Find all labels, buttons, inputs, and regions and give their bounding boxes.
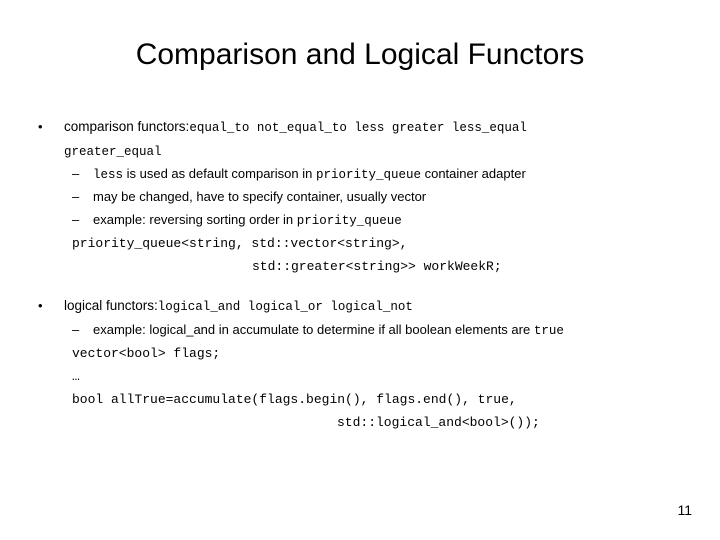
code-line: std::logical_and<bool>()); [337,415,540,430]
slide-body: • comparison functors:equal_to not_equal… [30,116,694,434]
sub-bullet-marker-icon: – [72,189,80,204]
sub-bullet-part: container adapter [420,165,526,181]
bullet-lead-code: logical_and logical_or logical_not [157,300,413,314]
sub-bullet-marker-icon: – [72,321,80,337]
bullet-lead-code: equal_to not_equal_to less greater less_… [189,121,527,135]
sub-bullet-item: – example: reversing sorting order in pr… [30,209,694,233]
sub-bullet-part: example: logical_and in accumulate to de… [93,321,534,337]
sub-bullet-item: – less is used as default comparison in … [30,163,694,187]
code-ellipsis-line: … [72,369,80,384]
page-title: Comparison and Logical Functors [135,38,585,71]
sub-bullet-part: priority_queue [296,213,402,228]
code-line: bool allTrue=accumulate(flags.begin(), f… [72,392,517,407]
sub-bullet-marker-icon: – [72,165,80,181]
bullet-block-logical-functors: • logical functors:logical_and logical_o… [30,295,694,434]
bullet-lead-text: comparison functors: [64,119,190,134]
bullet-block-comparison-functors: • comparison functors:equal_to not_equal… [30,116,694,278]
bullet-item: • comparison functors:equal_to not_equal… [30,116,694,140]
sub-bullet-part: true [533,323,564,338]
sub-bullet-marker-icon: – [72,211,80,227]
sub-bullet-part: priority_queue [315,167,421,182]
bullet-marker-icon: • [38,298,43,313]
sub-bullet-part: example: reversing sorting order in [93,211,297,227]
sub-bullet-part: is used as default comparison in [123,165,316,181]
bullet-item: • logical functors:logical_and logical_o… [30,295,694,319]
bullet-marker-icon: • [38,119,43,134]
code-line: std::greater<string>> workWeekR; [252,259,502,274]
slide-canvas: Comparison and Logical Functors • compar… [0,0,720,540]
code-line: priority_queue<string, std::vector<strin… [72,236,408,251]
code-line: vector<bool> flags; [72,346,221,361]
page-number: 11 [677,502,692,518]
bullet-lead-text: logical functors: [64,298,158,313]
bullet-continuation: greater_equal [30,140,694,163]
sub-bullet-part: less [93,167,124,182]
sub-bullet-item: – example: logical_and in accumulate to … [30,319,694,343]
sub-bullet-item: – may be changed, have to specify contai… [30,186,694,209]
sub-bullet-part: may be changed, have to specify containe… [93,189,427,204]
bullet-continuation-code: greater_equal [64,144,162,159]
